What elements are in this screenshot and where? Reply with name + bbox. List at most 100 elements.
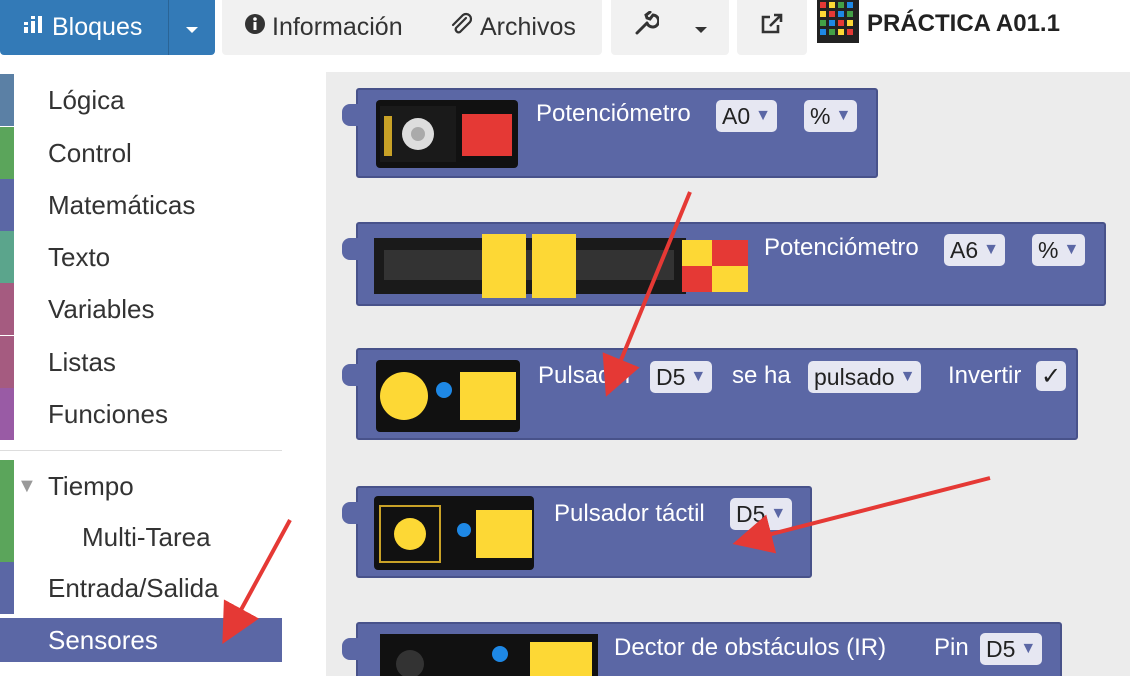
blocks-icon xyxy=(22,13,44,42)
category-entrada-salida[interactable]: Entrada/Salida xyxy=(0,562,282,614)
category-label: Control xyxy=(48,137,132,168)
dropdown-arrow-icon: ▼ xyxy=(899,368,916,385)
share-icon xyxy=(759,11,785,44)
triangle-down-icon[interactable]: ▼ xyxy=(17,475,37,498)
dropdown-arrow-icon: ▼ xyxy=(770,505,787,522)
category-tiempo[interactable]: ▼ Tiempo xyxy=(0,460,282,512)
dropdown-arrow-icon: ▼ xyxy=(1020,640,1037,657)
paperclip-icon xyxy=(448,11,474,44)
state-dropdown[interactable]: pulsado ▼ xyxy=(808,361,922,393)
ir-obstacle-sensor-block[interactable]: Dector de obstáculos (IR) Pin D5 ▼ xyxy=(342,622,1062,676)
blocks-workspace[interactable]: Potenciómetro A0 ▼ % ▼ Potenciómetro A6 ▼ %… xyxy=(326,72,1130,676)
category-texto[interactable]: Texto xyxy=(0,231,282,283)
category-logica[interactable]: Lógica xyxy=(0,74,282,126)
category-color-bar xyxy=(0,283,14,335)
block-label: Dector de obstáculos (IR) xyxy=(614,634,887,661)
sidebar-divider xyxy=(0,450,282,451)
category-label: Funciones xyxy=(48,398,168,429)
dropdown-value: % xyxy=(810,102,831,129)
button-module-image xyxy=(376,360,520,432)
ir-sensor-image xyxy=(380,634,598,676)
block-label: Pulsador táctil xyxy=(554,500,705,527)
category-listas[interactable]: Listas xyxy=(0,336,282,388)
category-label: Sensores xyxy=(48,624,158,655)
block-category-sidebar: Lógica Control Matemáticas Texto Variabl… xyxy=(0,72,326,676)
blocks-dropdown-toggle[interactable] xyxy=(168,0,215,55)
invert-label: Invertir xyxy=(948,362,1022,389)
dropdown-value: D5 xyxy=(656,363,686,390)
pin-label: Pin xyxy=(934,634,969,661)
dropdown-arrow-icon: ▼ xyxy=(1063,241,1080,258)
category-color-bar xyxy=(0,127,14,179)
dropdown-arrow-icon: ▼ xyxy=(983,241,999,258)
category-color-bar xyxy=(0,74,14,126)
blocks-button-group: Bloques xyxy=(0,0,215,55)
tools-button[interactable] xyxy=(611,0,681,55)
block-label: Potenciómetro xyxy=(764,234,919,261)
pin-dropdown[interactable]: D5 ▼ xyxy=(730,498,793,530)
category-variables[interactable]: Variables xyxy=(0,283,282,335)
info-icon xyxy=(244,13,266,42)
category-matematicas[interactable]: Matemáticas xyxy=(0,179,282,231)
category-sensores[interactable]: Sensores xyxy=(0,618,282,662)
potentiometer-module-image xyxy=(376,100,518,168)
tools-dropdown-toggle[interactable] xyxy=(681,0,721,55)
wrench-icon xyxy=(633,10,661,44)
unit-dropdown[interactable]: % ▼ xyxy=(804,100,858,132)
pin-dropdown[interactable]: D5 ▼ xyxy=(980,633,1043,665)
category-label: Listas xyxy=(48,346,116,377)
category-label: Matemáticas xyxy=(48,189,196,220)
block-connector xyxy=(342,638,358,660)
files-label: Archivos xyxy=(480,13,576,41)
block-label: Pulsador xyxy=(538,362,633,389)
category-color-bar xyxy=(0,231,14,283)
block-connector xyxy=(342,364,358,386)
category-control[interactable]: Control xyxy=(0,127,282,179)
block-text: se ha xyxy=(732,362,791,389)
info-button[interactable]: Información xyxy=(222,0,432,55)
category-color-bar xyxy=(0,460,14,512)
category-color-bar xyxy=(0,562,14,614)
category-label: Variables xyxy=(48,293,155,324)
category-color-bar xyxy=(0,179,14,231)
touch-button-block[interactable]: Pulsador táctil D5 ▼ xyxy=(342,486,812,578)
category-funciones[interactable]: Funciones xyxy=(0,388,282,440)
category-label: Entrada/Salida xyxy=(48,572,219,603)
dropdown-value: pulsado xyxy=(814,363,895,390)
potentiometer-block[interactable]: Potenciómetro A0 ▼ % ▼ xyxy=(342,88,878,178)
block-connector xyxy=(342,502,358,524)
tools-button-group xyxy=(611,0,729,55)
dropdown-arrow-icon: ▼ xyxy=(835,107,852,124)
category-label: Tiempo xyxy=(48,470,134,501)
button-block[interactable]: Pulsador D5 ▼ se ha pulsado ▼ Invertir ✓ xyxy=(342,348,1078,440)
dropdown-value: A0 xyxy=(722,102,751,129)
unit-dropdown[interactable]: % ▼ xyxy=(1032,234,1086,266)
dropdown-value: D5 xyxy=(736,500,766,527)
pin-dropdown[interactable]: A0 ▼ xyxy=(716,100,777,132)
touch-sensor-image xyxy=(374,496,534,570)
dropdown-value: % xyxy=(1038,236,1059,263)
check-icon: ✓ xyxy=(1040,362,1062,390)
category-color-bar xyxy=(0,618,14,662)
dropdown-value: A6 xyxy=(950,236,979,263)
category-label: Texto xyxy=(48,241,111,272)
app-window: Bloques Información Archivos PRÁCTICA A0… xyxy=(0,0,1130,676)
project-title: PRÁCTICA A01.1 xyxy=(817,0,1060,48)
category-multi-tarea[interactable]: Multi-Tarea xyxy=(0,511,282,563)
caret-down-icon xyxy=(185,13,199,42)
dropdown-arrow-icon: ▼ xyxy=(755,107,771,124)
invert-checkbox[interactable]: ✓ xyxy=(1036,361,1066,391)
blocks-button[interactable]: Bloques xyxy=(0,0,168,55)
slide-potentiometer-block[interactable]: Potenciómetro A6 ▼ % ▼ xyxy=(342,222,1106,306)
pin-dropdown[interactable]: A6 ▼ xyxy=(944,234,1005,266)
files-button[interactable]: Archivos xyxy=(432,0,576,55)
block-label: Potenciómetro xyxy=(536,100,691,127)
slide-potentiometer-image xyxy=(374,234,748,298)
project-title-text: PRÁCTICA A01.1 xyxy=(867,10,1060,37)
pin-dropdown[interactable]: D5 ▼ xyxy=(650,361,713,393)
info-label: Información xyxy=(272,13,403,41)
category-label: Lógica xyxy=(48,84,125,115)
category-color-bar xyxy=(0,388,14,440)
share-button[interactable] xyxy=(737,0,807,55)
toolbar: Bloques Información Archivos PRÁCTICA A0… xyxy=(0,0,1130,72)
